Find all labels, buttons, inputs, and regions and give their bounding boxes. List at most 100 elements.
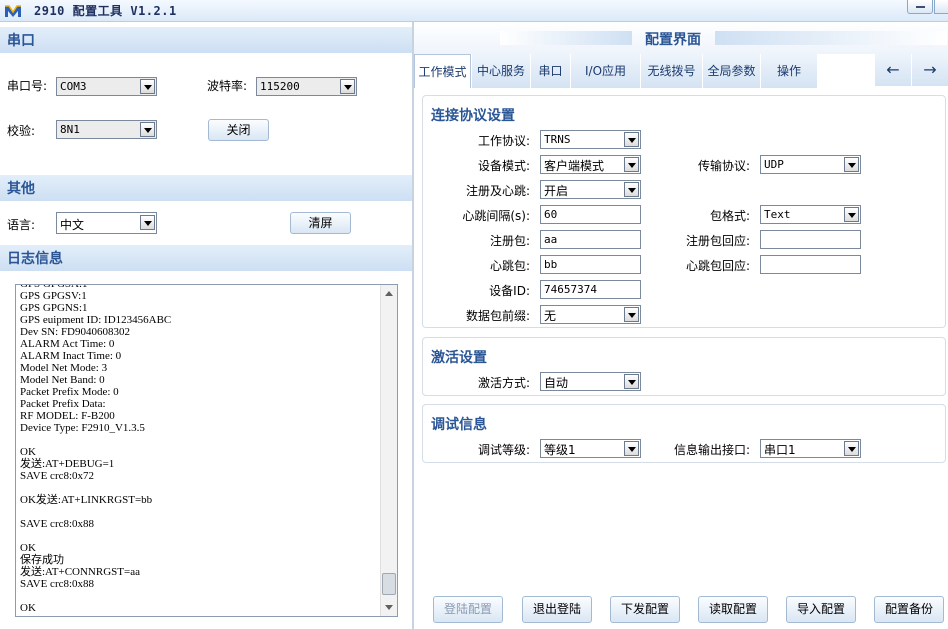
log-section-header: 日志信息 xyxy=(0,245,412,271)
tab-forward-button[interactable]: → xyxy=(912,54,948,86)
parity-label: 校验: xyxy=(7,124,36,138)
baud-value: 115200 xyxy=(260,80,300,93)
other-heading: 其他 xyxy=(7,181,35,197)
activation-mode-value: 自动 xyxy=(544,376,569,390)
output-port-select[interactable]: 串口1 xyxy=(760,439,861,458)
login-config-button[interactable]: 登陆配置 xyxy=(433,596,503,623)
title-bar: 2910 配置工具 V1.2.1 xyxy=(0,0,948,22)
port-value: COM3 xyxy=(60,80,87,93)
language-label: 语言: xyxy=(7,218,36,232)
transport-select[interactable]: UDP xyxy=(760,155,861,174)
log-line: Model Net Mode: 3 xyxy=(20,362,108,374)
register-heartbeat-label: 注册及心跳: xyxy=(465,184,530,198)
serial-section-header: 串口 xyxy=(0,27,412,53)
tab-serial[interactable]: 串口 xyxy=(531,54,571,88)
log-line: 保存成功 xyxy=(20,554,64,566)
log-line: 发送:AT+DEBUG=1 xyxy=(20,458,115,470)
language-select[interactable]: 中文 xyxy=(56,212,157,234)
chevron-down-icon[interactable] xyxy=(624,132,639,147)
tab-wireless-dial[interactable]: 无线拨号 xyxy=(641,54,703,88)
packet-prefix-select[interactable]: 无 xyxy=(540,305,641,324)
heartbeat-reply-field[interactable] xyxy=(760,255,861,274)
close-button[interactable] xyxy=(934,0,948,14)
minimize-icon xyxy=(916,6,925,8)
heartbeat-interval-field[interactable]: 60 xyxy=(540,205,641,224)
log-textarea[interactable]: GPS GPGSA:1 GPS GPGSV:1 GPS GPGNS:1 GPS eui… xyxy=(15,284,398,617)
language-value: 中文 xyxy=(60,218,85,232)
panel-splitter[interactable] xyxy=(412,22,414,629)
log-line: SAVE crc8:0x88 xyxy=(20,518,95,530)
chevron-down-icon[interactable] xyxy=(140,215,155,230)
chevron-down-icon[interactable] xyxy=(340,79,355,94)
port-select[interactable]: COM3 xyxy=(56,77,157,96)
backup-config-button[interactable]: 配置备份 xyxy=(874,596,944,623)
device-mode-select[interactable]: 客户端模式 xyxy=(540,155,641,174)
tab-io[interactable]: I/O应用 xyxy=(571,54,641,88)
debug-group-title: 调试信息 xyxy=(431,417,487,433)
log-line: ALARM Inact Time: 0 xyxy=(20,350,122,362)
packet-prefix-label: 数据包前缀: xyxy=(465,309,530,323)
tab-back-button[interactable]: ← xyxy=(875,54,911,86)
log-scrollbar[interactable] xyxy=(380,285,397,616)
log-text: GPS GPGSA:1 GPS GPGSV:1 GPS GPGNS:1 GPS eui… xyxy=(20,285,375,614)
scroll-down-icon[interactable] xyxy=(385,605,393,610)
port-label: 串口号: xyxy=(7,79,48,93)
protocol-group-title: 连接协议设置 xyxy=(431,108,515,124)
clear-screen-button[interactable]: 清屏 xyxy=(290,212,351,234)
chevron-down-icon[interactable] xyxy=(624,374,639,389)
transport-label: 传输协议: xyxy=(697,159,750,173)
activation-mode-select[interactable]: 自动 xyxy=(540,372,641,391)
log-line: OK xyxy=(20,542,36,554)
close-port-button[interactable]: 关闭 xyxy=(208,119,269,141)
tab-center-service[interactable]: 中心服务 xyxy=(472,54,531,88)
minimize-button[interactable] xyxy=(907,0,933,14)
import-config-button[interactable]: 导入配置 xyxy=(786,596,856,623)
debug-level-value: 等级1 xyxy=(544,443,576,457)
register-heartbeat-select[interactable]: 开启 xyxy=(540,180,641,199)
parity-select[interactable]: 8N1 xyxy=(56,120,157,139)
heartbeat-interval-value: 60 xyxy=(544,208,558,221)
device-mode-value: 客户端模式 xyxy=(544,159,605,173)
chevron-down-icon[interactable] xyxy=(844,441,859,456)
work-protocol-value: TRNS xyxy=(544,133,571,146)
packet-prefix-value: 无 xyxy=(544,309,557,323)
baud-select[interactable]: 115200 xyxy=(256,77,357,96)
transport-value: UDP xyxy=(764,158,784,171)
tab-global-params[interactable]: 全局参数 xyxy=(703,54,761,88)
read-config-button[interactable]: 读取配置 xyxy=(698,596,768,623)
work-protocol-select[interactable]: TRNS xyxy=(540,130,641,149)
heartbeat-reply-label: 心跳包回应: xyxy=(685,259,750,273)
output-port-value: 串口1 xyxy=(764,443,796,457)
log-line: Device Type: F2910_V1.3.5 xyxy=(20,422,145,434)
download-config-button[interactable]: 下发配置 xyxy=(610,596,680,623)
log-line: ALARM Act Time: 0 xyxy=(20,338,115,350)
log-line: OK xyxy=(20,446,36,458)
chevron-down-icon[interactable] xyxy=(140,122,155,137)
register-packet-label: 注册包: xyxy=(489,234,530,248)
chevron-down-icon[interactable] xyxy=(844,207,859,222)
tab-work-mode[interactable]: 工作模式 xyxy=(414,54,471,88)
baud-label: 波特率: xyxy=(207,79,248,93)
log-line: Dev SN: FD9040608302 xyxy=(20,326,131,338)
debug-level-select[interactable]: 等级1 xyxy=(540,439,641,458)
log-line: Model Net Band: 0 xyxy=(20,374,105,386)
register-packet-field[interactable]: aa xyxy=(540,230,641,249)
chevron-down-icon[interactable] xyxy=(140,79,155,94)
device-id-field[interactable]: 74657374 xyxy=(540,280,641,299)
chevron-down-icon[interactable] xyxy=(624,307,639,322)
packet-format-select[interactable]: Text xyxy=(760,205,861,224)
activation-mode-label: 激活方式: xyxy=(477,376,530,390)
chevron-down-icon[interactable] xyxy=(844,157,859,172)
scroll-thumb[interactable] xyxy=(382,573,396,595)
other-section-header: 其他 xyxy=(0,175,412,201)
register-reply-field[interactable] xyxy=(760,230,861,249)
tab-operations[interactable]: 操作 xyxy=(761,54,818,88)
chevron-down-icon[interactable] xyxy=(624,182,639,197)
logout-button[interactable]: 退出登陆 xyxy=(522,596,592,623)
heartbeat-packet-field[interactable]: bb xyxy=(540,255,641,274)
register-packet-value: aa xyxy=(544,233,558,246)
scroll-up-icon[interactable] xyxy=(385,291,393,296)
